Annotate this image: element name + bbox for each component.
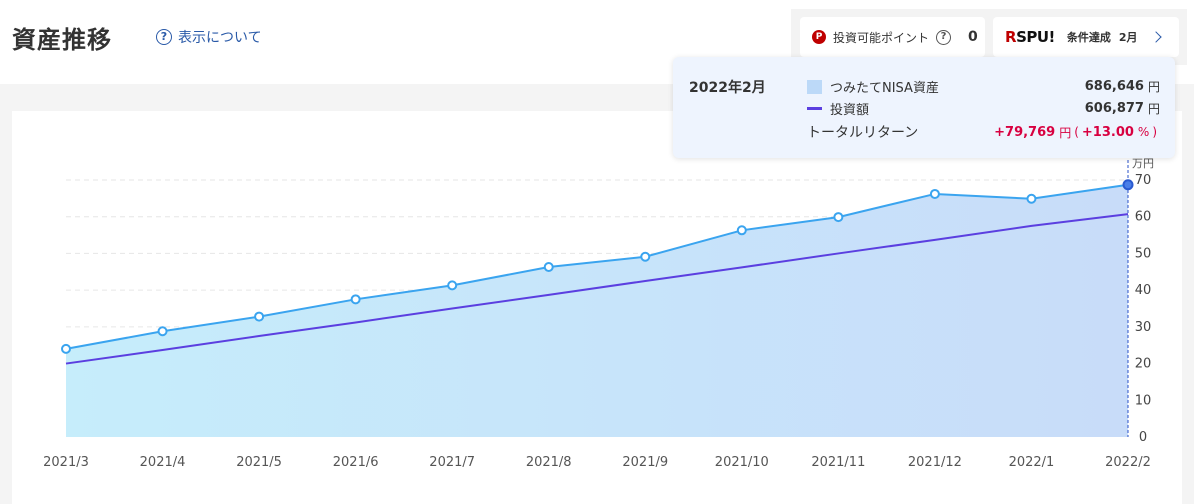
asset-point[interactable]	[833, 212, 844, 223]
tooltip-return-value: +79,769	[994, 124, 1056, 140]
x-tick-label: 2021/3	[43, 455, 89, 470]
x-tick-label: 2021/9	[622, 455, 668, 470]
y-tick-label: 70	[1135, 173, 1152, 188]
x-tick-label: 2021/4	[140, 455, 186, 470]
y-tick-label: 40	[1135, 283, 1152, 298]
y-tick-label: 30	[1135, 320, 1152, 335]
x-tick-label: 2022/1	[1009, 455, 1055, 470]
tooltip-return-label: トータルリターン	[807, 125, 919, 141]
y-tick-label: 60	[1135, 210, 1152, 225]
y-tick-label: 20	[1135, 357, 1152, 372]
asset-point[interactable]	[157, 326, 168, 337]
asset-point[interactable]	[254, 311, 265, 322]
tooltip-return-pct: +13.00	[1081, 124, 1134, 140]
y-tick-label: 50	[1135, 246, 1152, 261]
asset-point[interactable]	[543, 262, 554, 273]
x-tick-label: 2021/6	[333, 455, 379, 470]
x-tick-label: 2021/8	[526, 455, 572, 470]
asset-swatch	[807, 79, 822, 94]
asset-area-fill	[66, 184, 1128, 437]
x-tick-label: 2021/7	[429, 455, 475, 470]
asset-point[interactable]	[929, 188, 940, 199]
x-tick-label: 2021/12	[908, 455, 962, 470]
invest-swatch	[807, 107, 822, 110]
x-tick-label: 2022/2	[1105, 455, 1151, 470]
tooltip-invest-label: 投資額	[830, 103, 870, 118]
x-tick-label: 2021/5	[236, 455, 282, 470]
asset-point[interactable]	[1122, 179, 1134, 191]
tooltip-asset-value: 686,646	[1084, 79, 1144, 94]
y-tick-label: 10	[1135, 393, 1152, 408]
asset-point[interactable]	[447, 280, 458, 291]
asset-point[interactable]	[736, 225, 747, 236]
tooltip-asset-row: つみたてNISA資産 686,646 円	[807, 77, 1160, 96]
tooltip-asset-label: つみたてNISA資産	[830, 81, 939, 96]
tooltip-return-row: トータルリターン +79,769 円 ( +13.00 % )	[807, 122, 1160, 142]
chart-tooltip: 2022年2月 つみたてNISA資産 686,646 円 投資額 606,877 円…	[673, 57, 1175, 158]
x-tick-label: 2021/11	[811, 455, 865, 470]
tooltip-date: 2022年2月	[689, 80, 766, 96]
y-axis-unit: 万円	[1132, 157, 1154, 170]
asset-point[interactable]	[61, 343, 71, 354]
asset-point[interactable]	[350, 294, 361, 305]
asset-point[interactable]	[1026, 193, 1037, 204]
tooltip-invest-row: 投資額 606,877 円	[807, 99, 1160, 118]
y-tick-label: 0	[1139, 430, 1147, 445]
asset-point[interactable]	[640, 251, 651, 262]
x-tick-label: 2021/10	[715, 455, 769, 470]
tooltip-invest-value: 606,877	[1084, 101, 1144, 116]
